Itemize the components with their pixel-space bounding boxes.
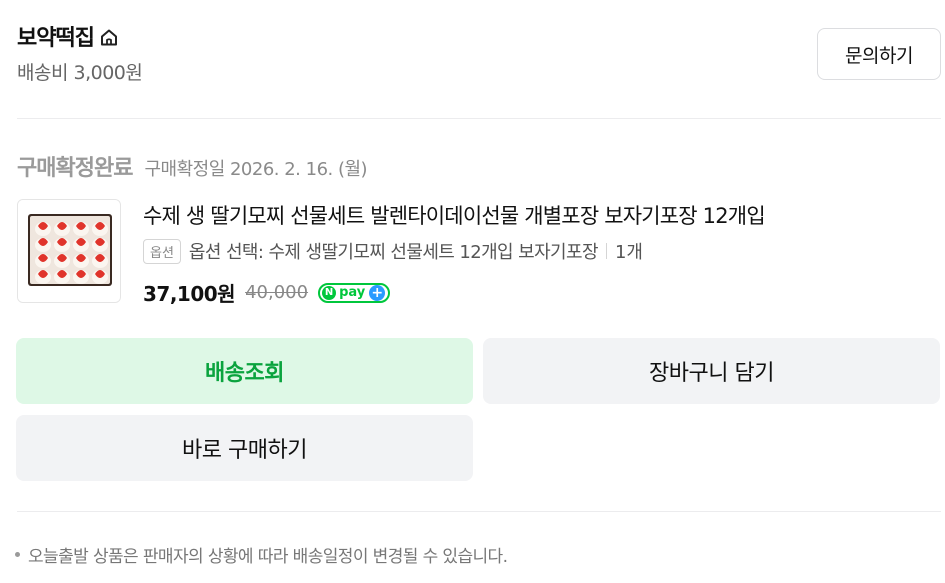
buy-now-button[interactable]: 바로 구매하기: [16, 415, 473, 481]
purchase-confirm-date: 구매확정일 2026. 2. 16. (월): [144, 159, 368, 180]
order-status: 구매확정완료: [17, 156, 133, 181]
notice-text: 오늘출발 상품은 판매자의 상황에 따라 배송일정이 변경될 수 있습니다.: [28, 547, 508, 567]
product-title[interactable]: 수제 생 딸기모찌 선물세트 발렌타이데이선물 개별포장 보자기포장 12개입: [143, 200, 766, 230]
plus-icon: +: [369, 284, 386, 301]
product-thumbnail[interactable]: [17, 199, 121, 303]
divider: [17, 511, 941, 512]
npay-n-icon: N: [322, 285, 337, 300]
option-quantity: 1개: [614, 242, 643, 263]
sale-price: 37,100원: [143, 282, 236, 306]
add-to-cart-button[interactable]: 장바구니 담기: [483, 338, 940, 404]
store-header: 보약떡집 배송비 3,000원 문의하기: [17, 18, 941, 84]
delivery-notice: 오늘출발 상품은 판매자의 상황에 따라 배송일정이 변경될 수 있습니다.: [15, 542, 508, 567]
bullet-icon: [15, 552, 20, 557]
original-price: 40,000: [245, 282, 309, 303]
price-row: 37,100원 40,000 N pay +: [143, 278, 391, 307]
store-name-link[interactable]: 보약떡집: [17, 20, 120, 52]
track-delivery-button[interactable]: 배송조회: [16, 338, 473, 404]
option-badge: 옵션: [143, 238, 181, 264]
shipping-fee: 배송비 3,000원: [17, 62, 143, 84]
home-icon[interactable]: [98, 26, 120, 48]
npay-label: pay: [339, 285, 366, 300]
option-separator: [605, 243, 607, 259]
inquiry-button[interactable]: 문의하기: [817, 28, 941, 80]
option-text: 옵션 선택: 수제 생딸기모찌 선물세트 12개입 보자기포장: [188, 242, 599, 263]
divider: [17, 118, 941, 119]
strawberry-mochi-box-image: [18, 200, 120, 302]
store-name[interactable]: 보약떡집: [17, 20, 95, 52]
product-option-row: 옵션 옵션 선택: 수제 생딸기모찌 선물세트 12개입 보자기포장 1개: [143, 238, 643, 264]
order-status-row: 구매확정완료 구매확정일 2026. 2. 16. (월): [17, 150, 368, 182]
npay-plus-badge: N pay +: [318, 282, 391, 303]
